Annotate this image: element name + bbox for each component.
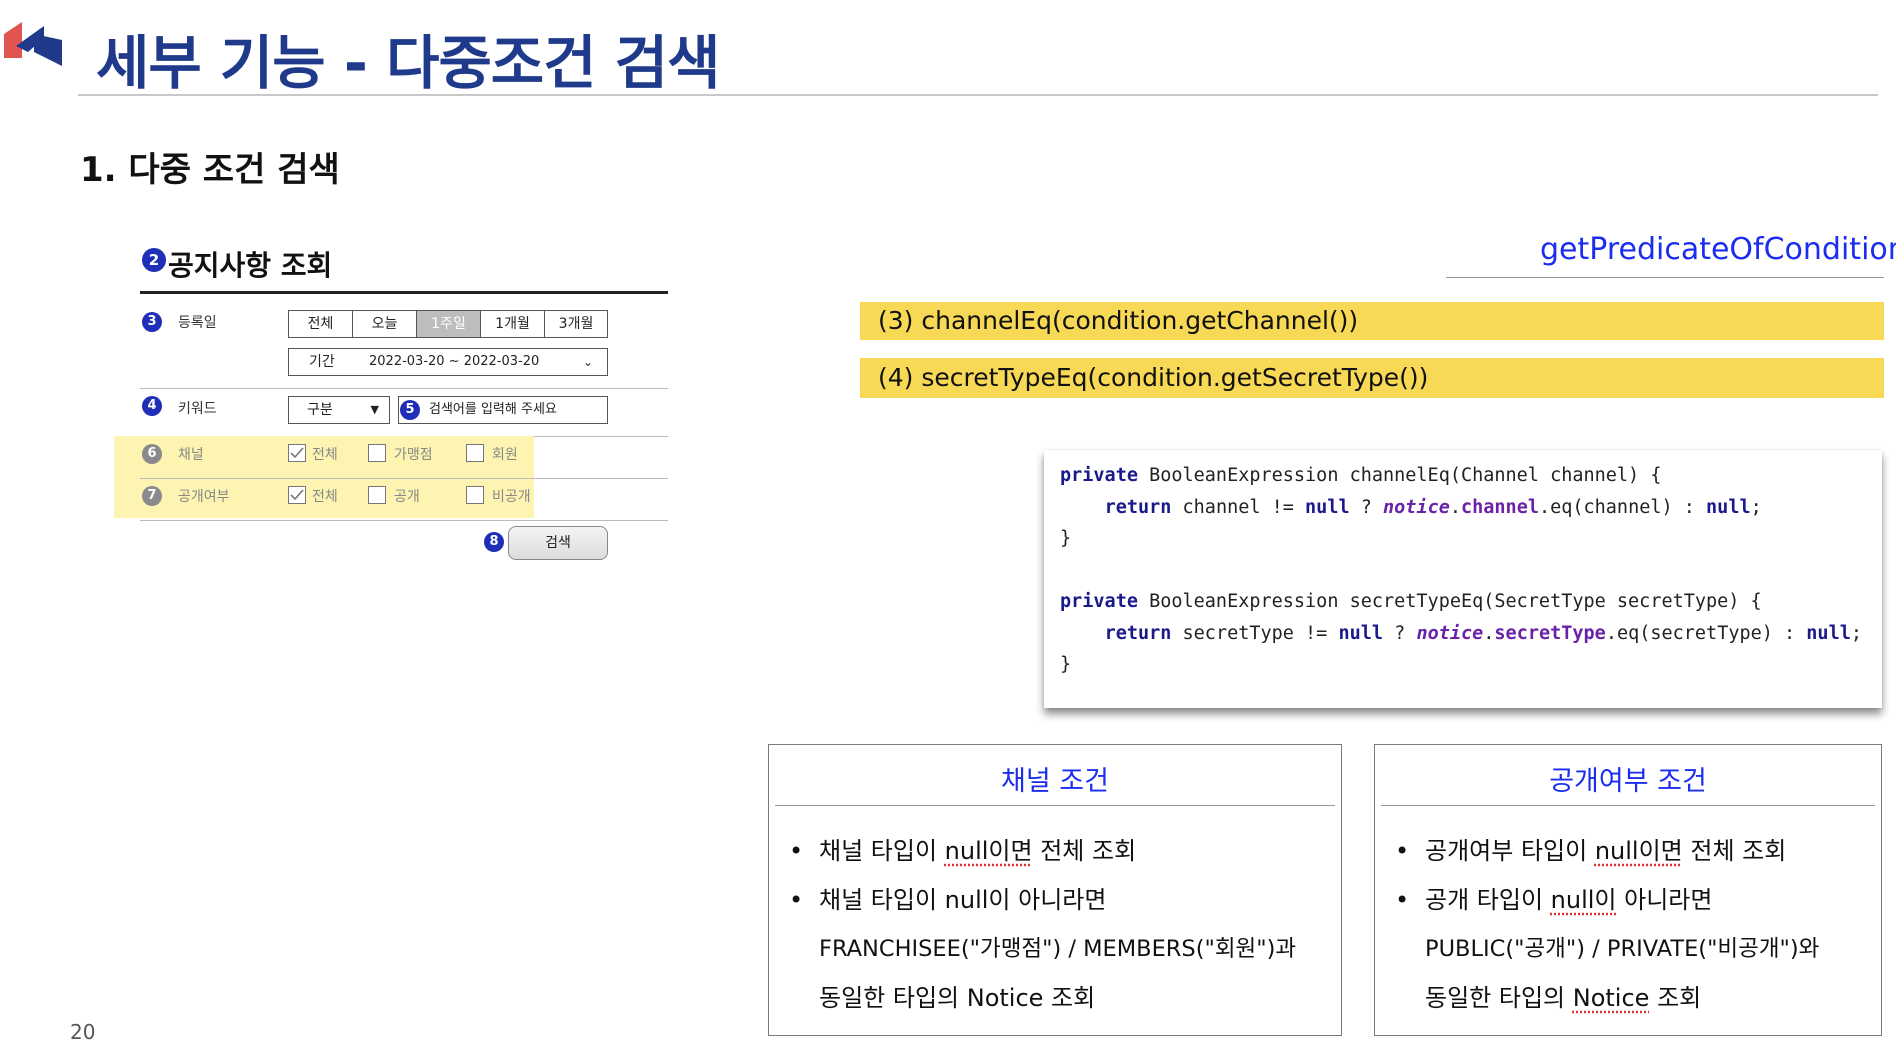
list-item: • 채널 타입이 null이면 전체 조회 [789, 837, 1137, 865]
checkbox-channel-member[interactable] [466, 444, 484, 462]
method-underline [1446, 277, 1884, 278]
checkbox-label: 전체 [312, 489, 338, 505]
checkbox-private[interactable] [466, 486, 484, 504]
highlight-channel-eq: (3) channelEq(condition.getChannel()) [860, 302, 1884, 340]
step-marker-3: 3 [142, 312, 162, 332]
step-marker-7: 7 [142, 486, 162, 506]
check-icon [290, 489, 304, 501]
checkbox-label: 비공개 [492, 489, 531, 505]
chevron-down-icon: ⌄ [582, 355, 593, 369]
search-placeholder: 검색어를 입력해 주세요 [429, 402, 557, 417]
period-option-3months[interactable]: 3개월 [545, 311, 607, 337]
keyword-label: 키워드 [178, 401, 217, 417]
step-marker-8: 8 [484, 532, 504, 552]
list-item-continuation: PUBLIC("공개") / PRIVATE("비공개")와 [1425, 936, 1820, 962]
checkbox-channel-all[interactable] [288, 444, 306, 462]
checkbox-public-all[interactable] [288, 486, 306, 504]
period-option-today[interactable]: 오늘 [353, 311, 417, 337]
page-title: 세부 기능 - 다중조건 검색 [96, 29, 720, 97]
range-value: 2022-03-20 ~ 2022-03-20 [369, 354, 540, 369]
caret-down-icon: ▼ [370, 403, 379, 416]
logo-icon [4, 22, 62, 66]
channel-label: 채널 [178, 447, 204, 463]
list-item-continuation: FRANCHISEE("가맹점") / MEMBERS("회원")과 [819, 936, 1297, 962]
keyword-type-value: 구분 [307, 402, 333, 418]
card-title: 채널 조건 [1001, 766, 1109, 797]
step-marker-2: 2 [142, 248, 166, 272]
page-number: 20 [70, 1020, 96, 1044]
list-item-continuation: 동일한 타입의 Notice 조회 [1425, 984, 1702, 1012]
highlight-secret-type-eq: (4) secretTypeEq(condition.getSecretType… [860, 358, 1884, 398]
keyword-type-select[interactable]: 구분 ▼ [288, 396, 390, 424]
range-label: 기간 [309, 354, 335, 370]
checkbox-label: 가맹점 [394, 447, 433, 463]
step-marker-6: 6 [142, 444, 162, 464]
list-item: • 공개여부 타입이 null이면 전체 조회 [1395, 837, 1787, 865]
search-button[interactable]: 검색 [508, 526, 608, 560]
period-option-all[interactable]: 전체 [289, 311, 353, 337]
card-title: 공개여부 조건 [1549, 766, 1707, 797]
checkbox-label: 공개 [394, 489, 420, 505]
method-name: getPredicateOfCondition() [1540, 232, 1896, 267]
form-title-underline [140, 291, 668, 294]
period-option-week[interactable]: 1주일 [417, 311, 481, 337]
section-heading: 1. 다중 조건 검색 [80, 150, 340, 190]
row-divider [140, 478, 668, 479]
checkbox-channel-franchise[interactable] [368, 444, 386, 462]
date-range-picker[interactable]: 기간 2022-03-20 ~ 2022-03-20 ⌄ [288, 348, 608, 376]
public-condition-card: 공개여부 조건 • 공개여부 타입이 null이면 전체 조회 • 공개 타입이 n… [1374, 744, 1882, 1036]
list-item: • 공개 타입이 null이 아니라면 [1395, 886, 1713, 914]
period-selector: 전체 오늘 1주일 1개월 3개월 [288, 310, 608, 338]
keyword-search-input[interactable]: 검색어를 입력해 주세요 [398, 396, 608, 424]
channel-condition-card: 채널 조건 • 채널 타입이 null이면 전체 조회 • 채널 타입이 null이… [768, 744, 1342, 1036]
checkbox-public[interactable] [368, 486, 386, 504]
list-item-continuation: 동일한 타입의 Notice 조회 [819, 984, 1096, 1012]
code-snippet: private BooleanExpression channelEq(Chan… [1044, 450, 1882, 708]
card-divider [1381, 805, 1875, 806]
card-body: • 공개여부 타입이 null이면 전체 조회 • 공개 타입이 null이 아니라… [1395, 827, 1871, 1023]
row-divider [140, 520, 668, 521]
card-divider [775, 805, 1335, 806]
period-option-month[interactable]: 1개월 [481, 311, 545, 337]
checkbox-label: 회원 [492, 447, 518, 463]
card-body: • 채널 타입이 null이면 전체 조회 • 채널 타입이 null이 아니라면 … [789, 827, 1331, 1023]
checkbox-label: 전체 [312, 447, 338, 463]
form-title: 공지사항 조회 [168, 249, 333, 282]
title-divider [78, 94, 1878, 96]
step-marker-4: 4 [142, 396, 162, 416]
row-divider [140, 388, 668, 389]
check-icon [290, 447, 304, 459]
list-item: • 채널 타입이 null이 아니라면 [789, 886, 1107, 914]
public-label: 공개여부 [178, 489, 230, 505]
notice-search-form: 2 공지사항 조회 3 등록일 전체 오늘 1주일 1개월 3개월 기간 202… [112, 240, 668, 570]
reg-date-label: 등록일 [178, 315, 217, 331]
